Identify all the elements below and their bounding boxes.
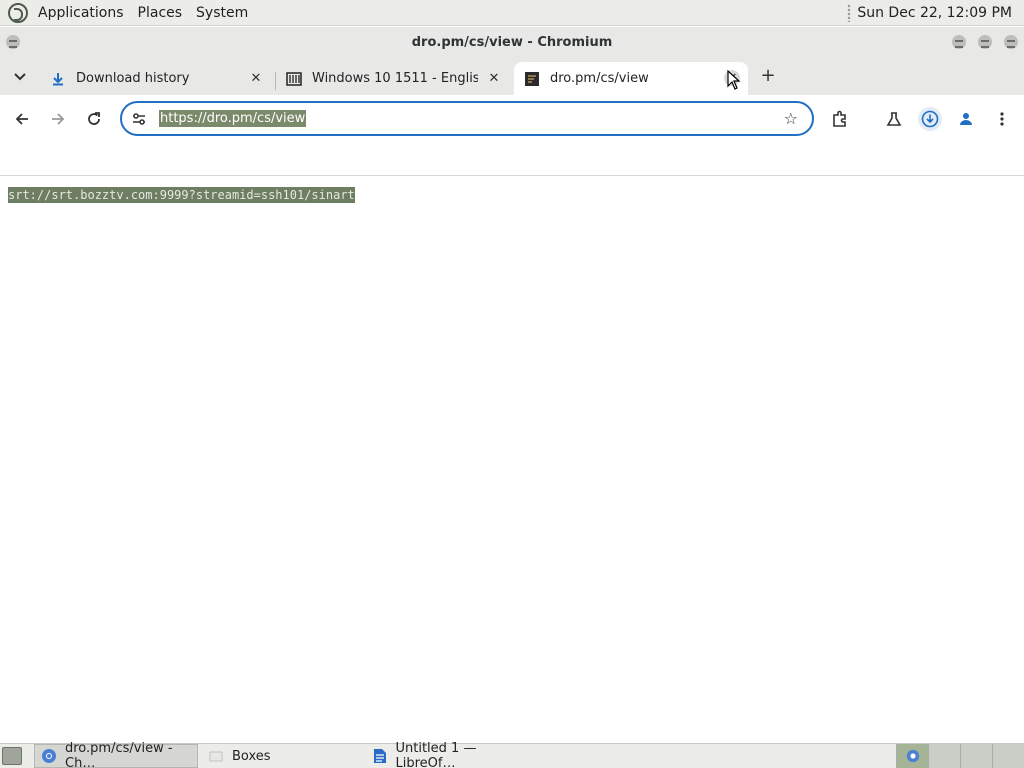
tab-download-history[interactable]: Download history ✕ bbox=[40, 62, 272, 95]
download-progress-icon bbox=[921, 110, 939, 128]
tab-dro-pm[interactable]: dro.pm/cs/view ✕ bbox=[514, 62, 748, 95]
page-text[interactable]: srt://srt.bozztv.com:9999?streamid=ssh10… bbox=[8, 187, 355, 203]
tab-label: Download history bbox=[76, 71, 190, 86]
task-libreoffice[interactable]: Untitled 1 — LibreOf… bbox=[366, 741, 536, 768]
workspace-switcher bbox=[896, 744, 1024, 768]
writer-icon bbox=[372, 748, 388, 764]
extensions-button[interactable] bbox=[828, 107, 852, 131]
tab-windows-10[interactable]: Windows 10 1511 - English/Fr ✕ bbox=[276, 62, 510, 95]
task-boxes[interactable]: Boxes bbox=[202, 744, 364, 768]
address-bar[interactable]: https://dro.pm/cs/view ☆ bbox=[120, 101, 814, 136]
tab-label: dro.pm/cs/view bbox=[550, 71, 649, 86]
toolbar: https://dro.pm/cs/view ☆ bbox=[0, 95, 1024, 142]
archive-icon bbox=[286, 71, 302, 87]
workspace-4[interactable] bbox=[992, 744, 1024, 768]
clock[interactable]: Sun Dec 22, 12:09 PM bbox=[857, 5, 1012, 21]
maximize-button[interactable] bbox=[978, 35, 992, 49]
workspace-1[interactable] bbox=[896, 744, 928, 768]
mouse-pointer-icon bbox=[727, 70, 741, 90]
more-vertical-icon bbox=[1000, 112, 1004, 126]
site-info-button[interactable] bbox=[129, 109, 149, 129]
tune-icon bbox=[133, 112, 145, 125]
menu-button[interactable] bbox=[990, 107, 1014, 131]
puzzle-icon bbox=[833, 110, 846, 127]
window-title: dro.pm/cs/view - Chromium bbox=[411, 34, 613, 50]
window-titlebar[interactable]: dro.pm/cs/view - Chromium bbox=[0, 27, 1024, 57]
tab-close-button[interactable]: ✕ bbox=[486, 70, 502, 86]
chromium-icon bbox=[906, 749, 919, 763]
bookmark-star-icon[interactable]: ☆ bbox=[784, 109, 798, 128]
bookmarks-bar bbox=[0, 142, 1024, 176]
tab-close-button[interactable]: ✕ bbox=[248, 70, 264, 86]
boxes-icon bbox=[208, 748, 224, 764]
chromium-icon bbox=[41, 748, 57, 764]
panel-handle-icon[interactable] bbox=[847, 3, 852, 22]
page-favicon-icon bbox=[524, 71, 540, 87]
new-tab-button[interactable]: + bbox=[758, 65, 778, 86]
tab-strip: Download history ✕ Windows 10 1511 - Eng… bbox=[0, 57, 1024, 95]
back-button[interactable] bbox=[10, 107, 34, 131]
system-menu[interactable]: System bbox=[192, 5, 252, 21]
close-window-button[interactable] bbox=[1004, 35, 1018, 49]
tab-search-button[interactable] bbox=[10, 67, 30, 87]
reload-button[interactable] bbox=[82, 107, 106, 131]
task-label: dro.pm/cs/view - Ch… bbox=[65, 741, 173, 768]
task-label: Untitled 1 — LibreOf… bbox=[395, 741, 477, 768]
download-icon bbox=[50, 71, 66, 87]
show-desktop-button[interactable] bbox=[2, 747, 22, 765]
applications-menu[interactable]: Applications bbox=[34, 5, 128, 21]
profile-button[interactable] bbox=[954, 107, 978, 131]
address-input[interactable]: https://dro.pm/cs/view bbox=[159, 110, 307, 127]
minimize-button[interactable] bbox=[952, 35, 966, 49]
flask-icon bbox=[886, 112, 902, 126]
person-icon bbox=[960, 113, 972, 125]
arrow-left-icon bbox=[15, 113, 28, 125]
labs-button[interactable] bbox=[882, 107, 906, 131]
window-menu-button[interactable] bbox=[6, 35, 20, 49]
places-menu[interactable]: Places bbox=[134, 5, 187, 21]
taskbar: dro.pm/cs/view - Ch… Boxes Untitled 1 — … bbox=[0, 741, 1024, 768]
workspace-3[interactable] bbox=[960, 744, 992, 768]
panel-right: Sun Dec 22, 12:09 PM bbox=[847, 3, 1012, 22]
arrow-right-icon bbox=[52, 113, 65, 125]
reload-icon bbox=[88, 112, 100, 125]
chevron-down-icon bbox=[14, 73, 26, 81]
page-content: srt://srt.bozztv.com:9999?streamid=ssh10… bbox=[0, 177, 1024, 743]
top-panel: Applications Places System Sun Dec 22, 1… bbox=[0, 0, 1024, 26]
task-chromium[interactable]: dro.pm/cs/view - Ch… bbox=[34, 741, 198, 768]
task-label: Boxes bbox=[232, 748, 271, 764]
workspace-2[interactable] bbox=[928, 744, 960, 768]
forward-button[interactable] bbox=[46, 107, 70, 131]
downloads-button[interactable] bbox=[918, 107, 942, 131]
distro-logo-icon[interactable] bbox=[8, 2, 28, 23]
tab-label: Windows 10 1511 - English/Fr bbox=[312, 71, 478, 86]
